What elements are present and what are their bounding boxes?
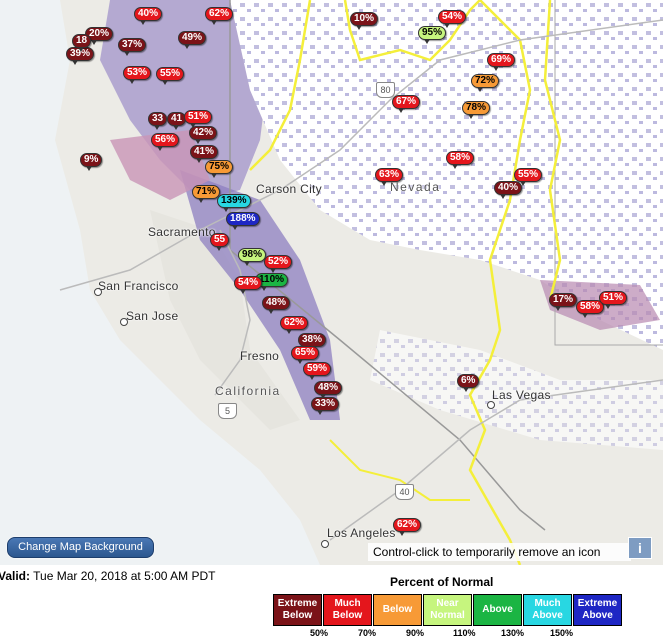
legend-swatch-extreme-above: Extreme Above: [573, 594, 622, 626]
station-marker[interactable]: 18: [72, 34, 92, 52]
legend-tick: 110%: [453, 628, 476, 638]
station-marker[interactable]: 33: [148, 112, 168, 130]
station-marker[interactable]: 51%: [599, 291, 628, 309]
station-marker[interactable]: 59%: [303, 362, 332, 380]
station-marker[interactable]: 42%: [189, 126, 218, 144]
legend-tick: 150%: [550, 628, 574, 638]
station-marker[interactable]: 62%: [393, 518, 422, 536]
station-marker[interactable]: 58%: [446, 151, 475, 169]
legend-swatch-much-above: Much Above: [523, 594, 572, 626]
station-marker[interactable]: 10%: [350, 12, 379, 30]
station-marker[interactable]: 56%: [151, 133, 180, 151]
station-marker[interactable]: 38%: [298, 333, 327, 351]
station-marker[interactable]: 69%: [487, 53, 516, 71]
city-fresno: Fresno: [240, 349, 280, 363]
valid-time: Valid: Tue Mar 20, 2018 at 5:00 AM PDT: [0, 569, 215, 583]
legend-swatch-below: Below: [373, 594, 422, 626]
map-footer: Valid: Tue Mar 20, 2018 at 5:00 AM PDT P…: [0, 565, 663, 639]
station-marker[interactable]: 67%: [392, 95, 421, 113]
highway-shield-icon: 5: [218, 403, 237, 419]
city-carson-city: Carson City: [256, 182, 322, 196]
city-sacramento: Sacramento: [148, 225, 216, 239]
legend-ticks: 50% 70% 90% 110% 130% 150%: [273, 627, 613, 639]
station-marker[interactable]: 52%: [264, 255, 293, 273]
station-marker[interactable]: 188%: [226, 212, 260, 230]
legend-title: Percent of Normal: [390, 575, 494, 589]
station-marker[interactable]: 95%: [418, 26, 447, 44]
city-los-angeles: Los Angeles: [327, 526, 396, 540]
station-marker[interactable]: 40%: [134, 7, 163, 25]
station-marker[interactable]: 55: [210, 233, 230, 251]
legend: Extreme Below Much Below Below Near Norm…: [273, 594, 623, 626]
legend-swatch-much-below: Much Below: [323, 594, 372, 626]
station-marker[interactable]: 48%: [314, 381, 343, 399]
station-marker[interactable]: 9%: [80, 153, 103, 171]
station-marker[interactable]: 51%: [184, 110, 213, 128]
legend-swatch-near-normal: Near Normal: [423, 594, 472, 626]
highway-shield-icon: 40: [395, 484, 414, 500]
station-marker[interactable]: 54%: [438, 10, 467, 28]
valid-label: Valid:: [0, 569, 31, 583]
station-marker[interactable]: 71%: [192, 185, 221, 203]
station-marker[interactable]: 40%: [494, 181, 523, 199]
state-label-california: California: [215, 384, 281, 398]
city-san-francisco: San Francisco: [98, 279, 179, 293]
valid-value: Tue Mar 20, 2018 at 5:00 AM PDT: [30, 569, 216, 583]
station-marker[interactable]: 98%: [238, 248, 267, 266]
station-marker[interactable]: 49%: [178, 31, 207, 49]
legend-tick: 90%: [406, 628, 425, 638]
station-marker[interactable]: 55%: [156, 67, 185, 85]
station-marker[interactable]: 75%: [205, 160, 234, 178]
state-label-nevada: Nevada: [390, 180, 441, 194]
station-marker[interactable]: 139%: [217, 194, 251, 212]
station-marker[interactable]: 65%: [291, 346, 320, 364]
station-marker[interactable]: 72%: [471, 74, 500, 92]
city-las-vegas: Las Vegas: [492, 388, 551, 402]
city-dot: [120, 318, 128, 326]
station-marker[interactable]: 55%: [514, 168, 543, 186]
station-marker[interactable]: 54%: [234, 276, 263, 294]
city-dot: [94, 288, 102, 296]
station-marker[interactable]: 63%: [375, 168, 404, 186]
legend-tick: 70%: [358, 628, 377, 638]
station-marker[interactable]: 62%: [280, 316, 309, 334]
legend-swatch-extreme-below: Extreme Below: [273, 594, 322, 626]
city-dot: [321, 540, 329, 548]
station-marker[interactable]: 48%: [262, 296, 291, 314]
legend-tick: 130%: [501, 628, 525, 638]
station-marker[interactable]: 37%: [118, 38, 147, 56]
legend-swatch-above: Above: [473, 594, 522, 626]
snowpack-map[interactable]: California Nevada Carson City Sacramento…: [0, 0, 663, 565]
station-marker[interactable]: 53%: [123, 66, 152, 84]
city-dot: [487, 401, 495, 409]
station-marker[interactable]: 6%: [457, 374, 480, 392]
station-marker[interactable]: 78%: [462, 101, 491, 119]
change-map-background-button[interactable]: Change Map Background: [7, 537, 154, 558]
legend-tick: 50%: [310, 628, 329, 638]
control-click-hint: Control-click to temporarily remove an i…: [368, 543, 631, 561]
info-icon[interactable]: i: [628, 537, 652, 559]
station-marker[interactable]: 17%: [549, 293, 578, 311]
highway-shield-icon: 80: [376, 82, 395, 98]
station-marker[interactable]: 33%: [311, 397, 340, 415]
station-marker[interactable]: 41: [167, 112, 187, 130]
city-san-jose: San Jose: [126, 309, 179, 323]
station-marker[interactable]: 62%: [205, 7, 234, 25]
station-marker[interactable]: 41%: [190, 145, 219, 163]
